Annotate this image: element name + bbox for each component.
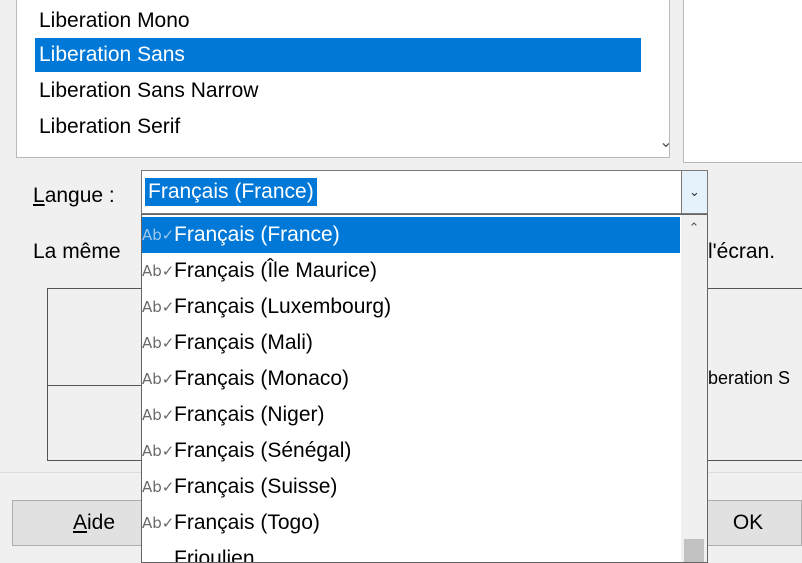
ok-button[interactable]: OK	[700, 500, 802, 546]
scrollbar-thumb[interactable]	[684, 539, 704, 562]
spellcheck-icon: Ab✓	[142, 370, 175, 388]
spellcheck-icon: Ab✓	[142, 262, 175, 280]
language-label: Langue :	[33, 184, 115, 207]
info-text-end: l'écran.	[708, 240, 776, 263]
language-dropdown-list[interactable]: Ab✓Français (France) Ab✓Français (Île Ma…	[141, 214, 708, 563]
spellcheck-icon: Ab✓	[142, 442, 175, 460]
chevron-down-icon[interactable]: ⌄	[681, 171, 707, 213]
language-option[interactable]: Ab✓Français (France)	[142, 217, 680, 253]
spellcheck-icon: Ab✓	[142, 514, 175, 532]
spellcheck-icon: Ab✓	[142, 298, 175, 316]
spellcheck-icon: Ab✓	[142, 478, 175, 496]
language-option[interactable]: Ab✓Français (Sénégal)	[142, 433, 680, 469]
chevron-down-icon[interactable]: ⌄	[651, 130, 669, 156]
font-preview-text: beration S	[708, 368, 791, 388]
language-option[interactable]: Ab✓Français (Luxembourg)	[142, 289, 680, 325]
dropdown-scrollbar[interactable]: ⌃	[681, 215, 707, 562]
chevron-up-icon[interactable]: ⌃	[681, 215, 707, 241]
language-combobox[interactable]: Français (France) ⌄	[141, 170, 708, 214]
spellcheck-icon: Ab✓	[142, 406, 175, 424]
language-option[interactable]: Ab✓Français (Mali)	[142, 325, 680, 361]
language-option[interactable]: Ab✓Français (Togo)	[142, 505, 680, 541]
language-option[interactable]: Ab✓Français (Suisse)	[142, 469, 680, 505]
font-item-liberation-serif[interactable]: Liberation Serif	[35, 110, 641, 144]
font-item-liberation-sans-narrow[interactable]: Liberation Sans Narrow	[35, 74, 641, 108]
language-option[interactable]: Ab✓Français (Île Maurice)	[142, 253, 680, 289]
language-option[interactable]: Frioulien	[142, 541, 680, 562]
info-text-start: La même	[33, 240, 121, 263]
language-value[interactable]: Français (France)	[145, 178, 317, 206]
spellcheck-icon: Ab✓	[142, 226, 175, 244]
spellcheck-icon: Ab✓	[142, 334, 175, 352]
language-option[interactable]: Ab✓Français (Monaco)	[142, 361, 680, 397]
preview-divider	[47, 385, 143, 386]
font-style-list[interactable]	[683, 0, 802, 163]
font-item-liberation-sans[interactable]: Liberation Sans	[35, 38, 641, 72]
font-name-list[interactable]: Liberation Mono Liberation Sans Liberati…	[16, 0, 670, 158]
language-option[interactable]: Ab✓Français (Niger)	[142, 397, 680, 433]
font-item-liberation-mono[interactable]: Liberation Mono	[35, 4, 641, 38]
